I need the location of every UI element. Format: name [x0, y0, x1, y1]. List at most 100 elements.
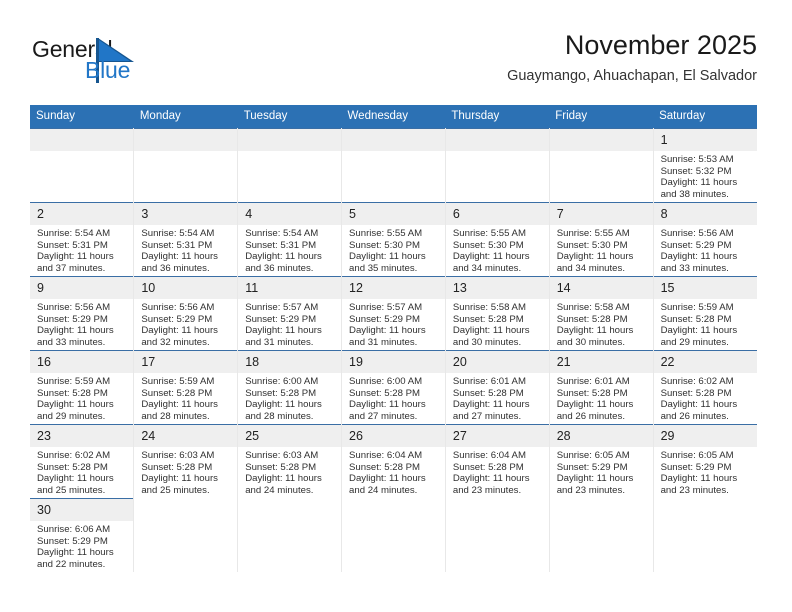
calendar-day-cell[interactable]: 1 Sunrise: 5:53 AM Sunset: 5:32 PM Daylight…	[653, 128, 757, 203]
day-number	[30, 129, 134, 151]
day-number: 24	[134, 425, 238, 447]
daylight-text: Daylight: 11 hours and 27 minutes.	[452, 399, 530, 422]
calendar-day-cell[interactable]: 21 Sunrise: 6:01 AM Sunset: 5:28 PM Dayligh…	[549, 350, 654, 425]
sunset-text: Sunset: 5:28 PM	[452, 313, 524, 325]
sunset-text: Sunset: 5:28 PM	[556, 313, 628, 325]
sunset-text: Sunset: 5:30 PM	[452, 239, 524, 251]
weekday-header-friday: Friday	[549, 105, 654, 129]
sunset-text: Sunset: 5:29 PM	[556, 461, 628, 473]
sunrise-text: Sunrise: 6:02 AM	[37, 450, 111, 461]
daylight-text: Daylight: 11 hours and 34 minutes.	[556, 251, 634, 274]
calendar-day-cell-empty	[237, 498, 343, 572]
day-details: Sunrise: 5:55 AM Sunset: 5:30 PM Daylight:…	[342, 225, 445, 274]
calendar-day-cell[interactable]: 12 Sunrise: 5:57 AM Sunset: 5:29 PM Dayligh…	[341, 276, 446, 351]
sunset-text: Sunset: 5:28 PM	[245, 461, 317, 473]
day-number: 3	[134, 203, 238, 225]
daylight-text: Daylight: 11 hours and 35 minutes.	[349, 251, 426, 274]
daylight-text: Daylight: 11 hours and 30 minutes.	[452, 325, 530, 348]
calendar-day-cell[interactable]: 6 Sunrise: 5:55 AM Sunset: 5:30 PM Daylight…	[445, 202, 550, 277]
calendar-day-cell[interactable]: 19 Sunrise: 6:00 AM Sunset: 5:28 PM Dayligh…	[341, 350, 446, 425]
daylight-text: Daylight: 11 hours and 37 minutes.	[37, 251, 114, 274]
calendar-day-cell[interactable]: 14 Sunrise: 5:58 AM Sunset: 5:28 PM Dayligh…	[549, 276, 654, 351]
day-number: 25	[238, 425, 342, 447]
weekday-header-saturday: Saturday	[653, 105, 757, 129]
calendar-day-cell[interactable]: 8 Sunrise: 5:56 AM Sunset: 5:29 PM Daylight…	[653, 202, 757, 277]
sunrise-text: Sunrise: 5:56 AM	[141, 302, 215, 313]
sunrise-text: Sunrise: 5:54 AM	[141, 228, 215, 239]
daylight-text: Daylight: 11 hours and 29 minutes.	[37, 399, 114, 422]
calendar-day-cell[interactable]: 4 Sunrise: 5:54 AM Sunset: 5:31 PM Daylight…	[237, 202, 343, 277]
sunrise-text: Sunrise: 6:02 AM	[660, 376, 734, 387]
calendar-day-cell[interactable]: 20 Sunrise: 6:01 AM Sunset: 5:28 PM Dayligh…	[445, 350, 550, 425]
sunrise-text: Sunrise: 6:06 AM	[37, 524, 111, 535]
daylight-text: Daylight: 11 hours and 26 minutes.	[556, 399, 634, 422]
calendar-day-cell-empty	[237, 128, 343, 203]
day-details: Sunrise: 6:00 AM Sunset: 5:28 PM Daylight:…	[342, 373, 445, 422]
calendar-day-cell[interactable]: 25 Sunrise: 6:03 AM Sunset: 5:28 PM Dayligh…	[237, 424, 343, 499]
calendar-header-row: Sunday Monday Tuesday Wednesday Thursday Frid…	[30, 105, 757, 129]
sunset-text: Sunset: 5:31 PM	[245, 239, 317, 251]
calendar-day-cell[interactable]: 18 Sunrise: 6:00 AM Sunset: 5:28 PM Dayligh…	[237, 350, 343, 425]
daylight-text: Daylight: 11 hours and 33 minutes.	[660, 251, 738, 274]
day-number: 30	[30, 499, 134, 521]
day-number: 26	[342, 425, 445, 447]
day-details: Sunrise: 6:01 AM Sunset: 5:28 PM Daylight:…	[446, 373, 549, 422]
calendar-day-cell[interactable]: 5 Sunrise: 5:55 AM Sunset: 5:30 PM Daylight…	[341, 202, 446, 277]
calendar-day-cell[interactable]: 29 Sunrise: 6:05 AM Sunset: 5:29 PM Dayligh…	[653, 424, 757, 499]
brand-logo[interactable]: General Blue	[30, 36, 230, 92]
day-details: Sunrise: 6:03 AM Sunset: 5:28 PM Daylight:…	[238, 447, 341, 496]
calendar-day-cell[interactable]: 13 Sunrise: 5:58 AM Sunset: 5:28 PM Dayligh…	[445, 276, 550, 351]
calendar-day-cell[interactable]: 2 Sunrise: 5:54 AM Sunset: 5:31 PM Daylight…	[30, 202, 135, 277]
daylight-text: Daylight: 11 hours and 24 minutes.	[349, 473, 426, 496]
day-details: Sunrise: 5:56 AM Sunset: 5:29 PM Daylight:…	[654, 225, 757, 274]
calendar-day-cell-empty	[341, 498, 446, 572]
calendar-day-cell[interactable]: 24 Sunrise: 6:03 AM Sunset: 5:28 PM Dayligh…	[133, 424, 239, 499]
calendar-day-cell[interactable]: 3 Sunrise: 5:54 AM Sunset: 5:31 PM Daylight…	[133, 202, 239, 277]
daylight-text: Daylight: 11 hours and 23 minutes.	[452, 473, 530, 496]
daylight-text: Daylight: 11 hours and 25 minutes.	[141, 473, 218, 496]
sunrise-text: Sunrise: 6:03 AM	[141, 450, 215, 461]
calendar-day-cell[interactable]: 9 Sunrise: 5:56 AM Sunset: 5:29 PM Daylight…	[30, 276, 135, 351]
calendar-day-cell[interactable]: 17 Sunrise: 5:59 AM Sunset: 5:28 PM Dayligh…	[133, 350, 239, 425]
calendar-day-cell[interactable]: 28 Sunrise: 6:05 AM Sunset: 5:29 PM Dayligh…	[549, 424, 654, 499]
daylight-text: Daylight: 11 hours and 27 minutes.	[349, 399, 426, 422]
calendar-day-cell[interactable]: 22 Sunrise: 6:02 AM Sunset: 5:28 PM Dayligh…	[653, 350, 757, 425]
calendar-day-cell[interactable]: 27 Sunrise: 6:04 AM Sunset: 5:28 PM Dayligh…	[445, 424, 550, 499]
day-details: Sunrise: 6:06 AM Sunset: 5:29 PM Daylight:…	[30, 521, 133, 570]
calendar-day-cell[interactable]: 10 Sunrise: 5:56 AM Sunset: 5:29 PM Dayligh…	[133, 276, 239, 351]
sunset-text: Sunset: 5:29 PM	[660, 461, 732, 473]
day-details: Sunrise: 5:57 AM Sunset: 5:29 PM Daylight:…	[238, 299, 341, 348]
page-subtitle: Guaymango, Ahuachapan, El Salvador	[507, 68, 757, 84]
sunrise-text: Sunrise: 6:04 AM	[349, 450, 423, 461]
day-number: 29	[653, 425, 757, 447]
sunrise-text: Sunrise: 5:54 AM	[245, 228, 319, 239]
weekday-header-thursday: Thursday	[445, 105, 550, 129]
day-number: 19	[342, 351, 445, 373]
sunset-text: Sunset: 5:29 PM	[245, 313, 317, 325]
calendar-day-cell-empty	[341, 128, 446, 203]
calendar-day-cell[interactable]: 16 Sunrise: 5:59 AM Sunset: 5:28 PM Dayligh…	[30, 350, 135, 425]
calendar-day-cell[interactable]: 7 Sunrise: 5:55 AM Sunset: 5:30 PM Daylight…	[549, 202, 654, 277]
weekday-header-wednesday: Wednesday	[341, 105, 446, 129]
calendar-day-cell[interactable]: 11 Sunrise: 5:57 AM Sunset: 5:29 PM Dayligh…	[237, 276, 343, 351]
calendar-day-cell[interactable]: 15 Sunrise: 5:59 AM Sunset: 5:28 PM Dayligh…	[653, 276, 757, 351]
day-details: Sunrise: 6:01 AM Sunset: 5:28 PM Daylight:…	[550, 373, 653, 422]
daylight-text: Daylight: 11 hours and 38 minutes.	[660, 177, 738, 200]
calendar-day-cell[interactable]: 26 Sunrise: 6:04 AM Sunset: 5:28 PM Dayligh…	[341, 424, 446, 499]
sunrise-text: Sunrise: 6:01 AM	[556, 376, 630, 387]
calendar-day-cell[interactable]: 23 Sunrise: 6:02 AM Sunset: 5:28 PM Dayligh…	[30, 424, 135, 499]
day-number	[342, 129, 445, 151]
day-number: 7	[549, 203, 653, 225]
day-number: 1	[653, 129, 757, 151]
sunrise-text: Sunrise: 5:58 AM	[452, 302, 526, 313]
sunset-text: Sunset: 5:29 PM	[37, 313, 108, 325]
sunrise-text: Sunrise: 5:57 AM	[245, 302, 319, 313]
daylight-text: Daylight: 11 hours and 36 minutes.	[245, 251, 322, 274]
sunrise-text: Sunrise: 6:01 AM	[452, 376, 526, 387]
sunset-text: Sunset: 5:29 PM	[349, 313, 420, 325]
calendar-day-cell[interactable]: 30 Sunrise: 6:06 AM Sunset: 5:29 PM Dayligh…	[30, 498, 135, 572]
day-number: 14	[549, 277, 653, 299]
sunset-text: Sunset: 5:28 PM	[660, 387, 732, 399]
sunrise-text: Sunrise: 5:53 AM	[660, 154, 734, 165]
daylight-text: Daylight: 11 hours and 31 minutes.	[349, 325, 426, 348]
